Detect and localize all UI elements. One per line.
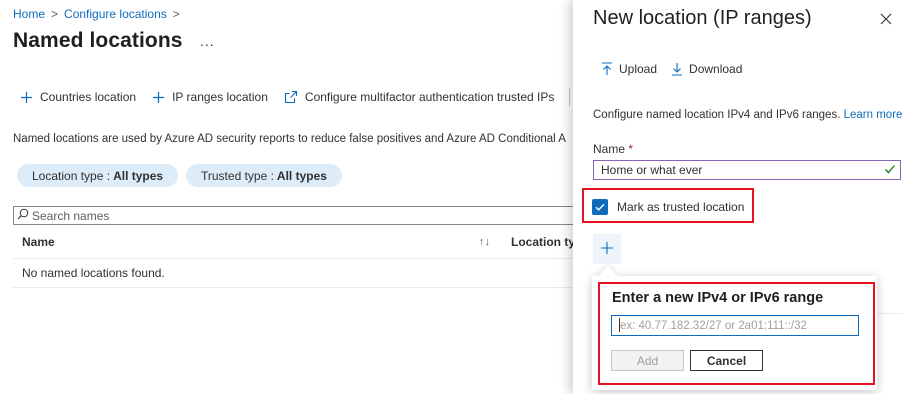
download-icon xyxy=(671,62,683,76)
column-header-location-type[interactable]: Location typ xyxy=(511,235,582,249)
search-icon xyxy=(17,208,29,223)
cancel-button[interactable]: Cancel xyxy=(690,350,763,371)
download-button[interactable]: Download xyxy=(671,62,742,76)
toolbar-divider xyxy=(569,88,571,106)
countries-location-label: Countries location xyxy=(40,90,137,104)
trusted-type-filter[interactable]: Trusted type : All types xyxy=(186,164,342,187)
valid-checkmark-icon xyxy=(884,163,896,178)
search-input[interactable]: Search names xyxy=(13,206,593,225)
filter-label: Location type : xyxy=(32,168,111,183)
close-icon[interactable] xyxy=(879,12,893,26)
breadcrumb-home-link[interactable]: Home xyxy=(13,7,45,21)
ip-range-input[interactable]: ex: 40.77.182.32/27 or 2a01:111::/32 xyxy=(611,315,859,336)
upload-button[interactable]: Upload xyxy=(601,62,657,76)
ip-ranges-location-label: IP ranges location xyxy=(172,90,268,104)
search-placeholder: Search names xyxy=(32,208,110,223)
more-options-button[interactable]: ... xyxy=(200,33,215,49)
page-title: Named locations xyxy=(13,29,183,52)
add-ip-ranges-location-button[interactable]: IP ranges location xyxy=(152,90,268,104)
breadcrumb-configure-locations-link[interactable]: Configure locations xyxy=(64,7,167,21)
table-row-divider xyxy=(13,287,593,288)
checkbox-checked-icon[interactable] xyxy=(592,199,608,215)
filter-value: All types xyxy=(113,168,164,183)
download-label: Download xyxy=(689,62,743,76)
name-label-text: Name xyxy=(593,142,626,156)
add-countries-location-button[interactable]: Countries location xyxy=(20,90,136,104)
plus-icon xyxy=(20,91,33,104)
column-header-name[interactable]: Name xyxy=(22,235,55,249)
panel-divider xyxy=(878,313,903,314)
external-link-icon xyxy=(284,90,298,104)
ip-range-placeholder: ex: 40.77.182.32/27 or 2a01:111::/32 xyxy=(620,319,807,332)
upload-icon xyxy=(601,62,613,76)
filter-label: Trusted type : xyxy=(201,168,274,183)
panel-command-bar: Upload Download xyxy=(601,62,742,76)
plus-icon xyxy=(152,91,165,104)
empty-table-message: No named locations found. xyxy=(22,266,165,280)
name-field-label: Name * xyxy=(593,142,633,156)
name-field[interactable]: Home or what ever xyxy=(593,160,901,180)
sort-icon[interactable]: ↑↓ xyxy=(479,236,490,248)
add-ip-range-button[interactable] xyxy=(593,234,621,264)
command-bar: Countries location IP ranges location Co… xyxy=(20,86,571,108)
upload-label: Upload xyxy=(619,62,658,76)
breadcrumb-separator: > xyxy=(172,7,180,21)
page-description: Named locations are used by Azure AD sec… xyxy=(13,133,566,145)
plus-icon xyxy=(600,241,614,258)
learn-more-link[interactable]: Learn more xyxy=(844,109,903,121)
name-field-value: Home or what ever xyxy=(601,163,703,177)
callout-title: Enter a new IPv4 or IPv6 range xyxy=(612,290,824,306)
panel-description: Configure named location IPv4 and IPv6 r… xyxy=(593,109,902,121)
panel-description-text: Configure named location IPv4 and IPv6 r… xyxy=(593,109,841,121)
filter-value: All types xyxy=(276,168,327,183)
breadcrumb: Home > Configure locations > xyxy=(13,7,180,21)
configure-mfa-trusted-ips-button[interactable]: Configure multifactor authentication tru… xyxy=(284,90,554,104)
mark-trusted-location-checkbox[interactable]: Mark as trusted location xyxy=(592,199,744,215)
breadcrumb-separator: > xyxy=(51,7,59,21)
configure-mfa-label: Configure multifactor authentication tru… xyxy=(304,90,555,104)
required-indicator: * xyxy=(628,142,634,156)
add-button[interactable]: Add xyxy=(611,350,684,371)
table-header-divider xyxy=(13,258,593,259)
text-cursor xyxy=(619,318,620,332)
location-type-filter[interactable]: Location type : All types xyxy=(17,164,179,187)
trusted-location-label: Mark as trusted location xyxy=(617,200,745,214)
panel-title: New location (IP ranges) xyxy=(593,7,812,29)
